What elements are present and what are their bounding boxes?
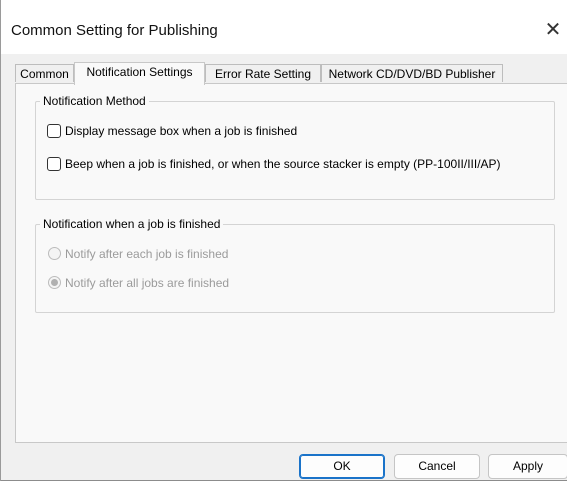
- notification-settings-panel: Notification Method Display message box …: [15, 83, 567, 443]
- notify-each-job-radio[interactable]: [48, 247, 61, 260]
- notification-finished-group: Notification when a job is finished: [35, 217, 555, 313]
- display-message-box-checkbox[interactable]: [47, 124, 61, 138]
- notify-all-jobs-radio[interactable]: [48, 276, 61, 289]
- cancel-button[interactable]: Cancel: [394, 454, 480, 479]
- tab-common[interactable]: Common: [15, 64, 74, 82]
- beep-label[interactable]: Beep when a job is finished, or when the…: [65, 157, 501, 171]
- notify-each-job-label[interactable]: Notify after each job is finished: [65, 247, 228, 261]
- close-icon[interactable]: ✕: [539, 16, 567, 44]
- common-setting-dialog: Common Setting for Publishing ✕ Common N…: [0, 0, 567, 481]
- tab-network-publisher[interactable]: Network CD/DVD/BD Publisher: [321, 64, 503, 82]
- notify-all-jobs-label[interactable]: Notify after all jobs are finished: [65, 276, 229, 290]
- notification-method-legend: Notification Method: [43, 94, 146, 108]
- tab-error-rate-setting[interactable]: Error Rate Setting: [205, 64, 321, 82]
- tab-notification-settings[interactable]: Notification Settings: [74, 62, 205, 85]
- apply-button[interactable]: Apply: [488, 454, 567, 479]
- display-message-box-label[interactable]: Display message box when a job is finish…: [65, 124, 297, 138]
- ok-button[interactable]: OK: [299, 454, 385, 479]
- dialog-title: Common Setting for Publishing: [11, 22, 218, 39]
- title-bar: Common Setting for Publishing ✕: [1, 0, 567, 54]
- notification-finished-legend: Notification when a job is finished: [43, 217, 221, 231]
- notification-method-group: Notification Method: [35, 94, 555, 200]
- beep-checkbox[interactable]: [47, 157, 61, 171]
